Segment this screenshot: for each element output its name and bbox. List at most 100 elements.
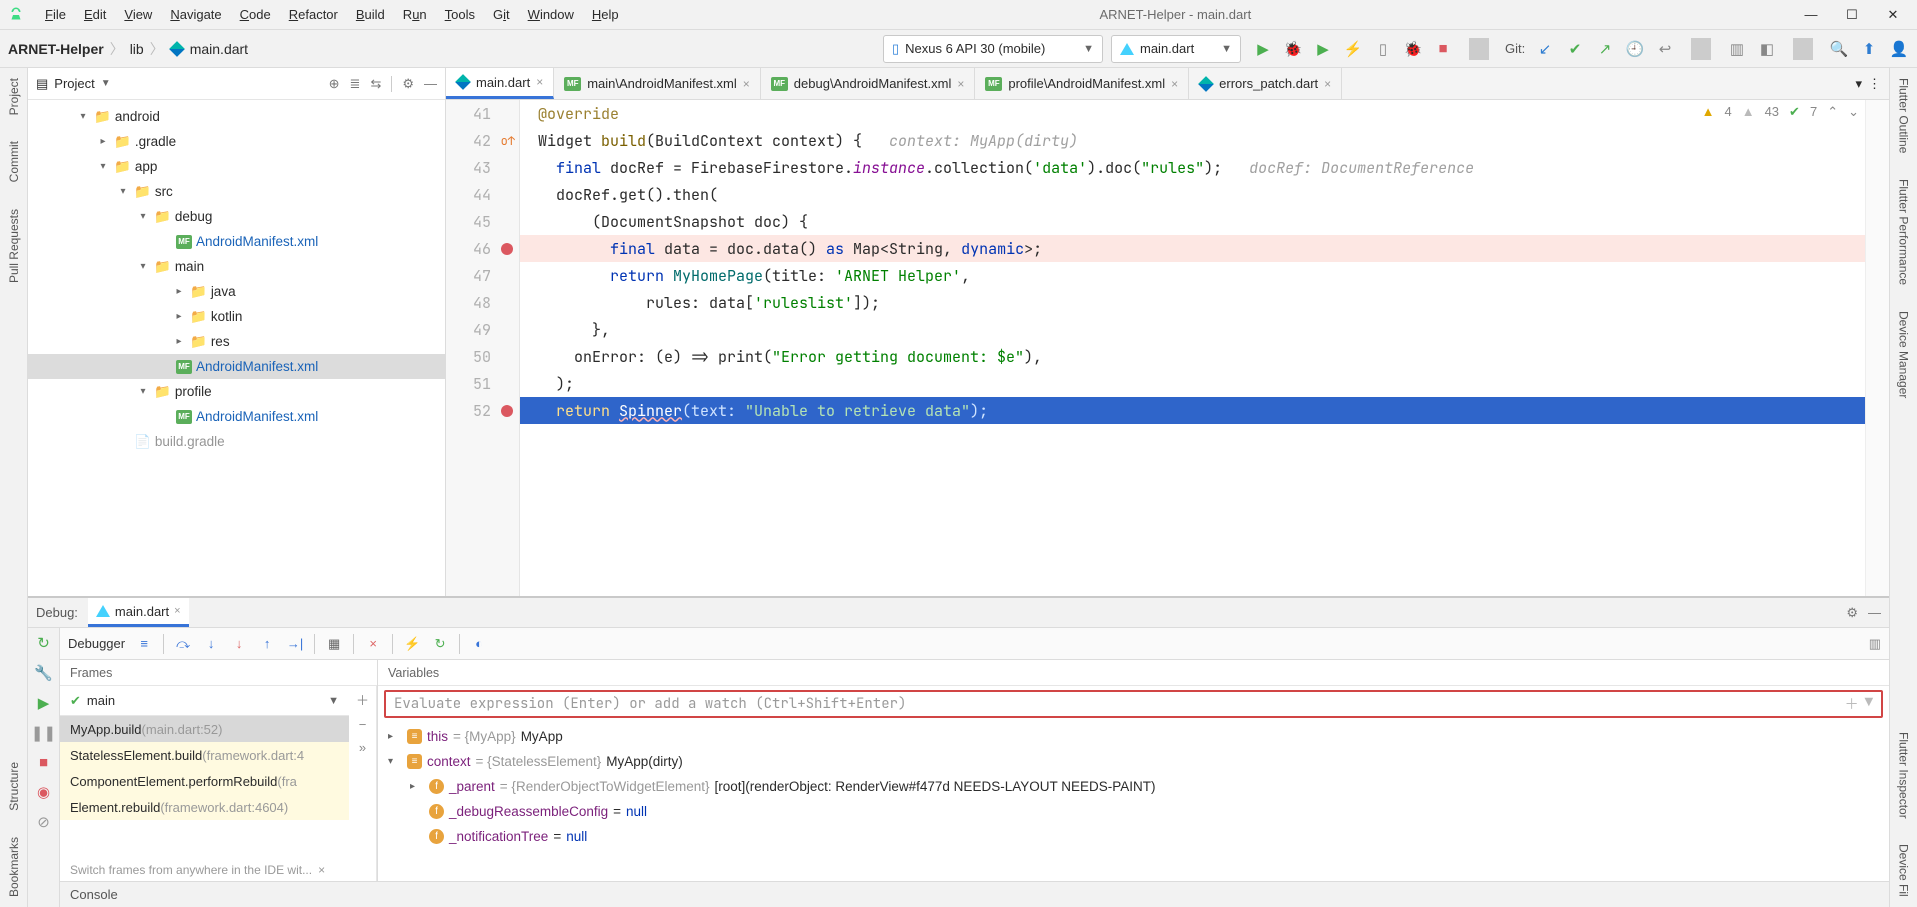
- collapse-all-icon[interactable]: ⇆: [370, 76, 381, 92]
- tab-overflow-icon[interactable]: ▾: [1855, 76, 1862, 92]
- select-opened-icon[interactable]: ⊕: [329, 76, 340, 92]
- menu-window[interactable]: Window: [519, 4, 583, 25]
- device-selector[interactable]: ▯ Nexus 6 API 30 (mobile) ▼: [883, 35, 1103, 63]
- tree-main-manifest[interactable]: AndroidManifest.xml: [196, 359, 318, 374]
- stop-icon[interactable]: ■: [39, 754, 48, 771]
- menu-view[interactable]: View: [115, 4, 161, 25]
- menu-help[interactable]: Help: [583, 4, 628, 25]
- side-tab-project[interactable]: Project: [7, 74, 21, 119]
- modify-icon[interactable]: 🔧: [34, 664, 53, 682]
- menu-code[interactable]: Code: [231, 4, 280, 25]
- editor-scrollbar[interactable]: [1865, 100, 1889, 596]
- mute-bp-icon[interactable]: ⊘: [37, 813, 50, 831]
- breadcrumb-project[interactable]: ARNET-Helper: [8, 41, 104, 57]
- git-commit-icon[interactable]: ✔: [1565, 40, 1585, 58]
- run-config-selector[interactable]: main.dart ▼: [1111, 35, 1241, 63]
- side-tab-commit[interactable]: Commit: [7, 137, 21, 186]
- force-step-into-icon[interactable]: ↓: [230, 636, 248, 651]
- pause-icon[interactable]: ❚❚: [31, 724, 56, 742]
- editor-gutter[interactable]: 41 42o↑ 43 44 45 46 47 48 49 50 51 52: [446, 100, 520, 596]
- close-icon[interactable]: ×: [174, 605, 180, 617]
- breakpoint-icon[interactable]: [501, 243, 513, 255]
- resume-icon[interactable]: ▶: [38, 694, 50, 712]
- stack-frame[interactable]: MyApp.build (main.dart:52): [60, 716, 349, 742]
- stop-icon[interactable]: ■: [1433, 40, 1453, 57]
- frames-list[interactable]: MyApp.build (main.dart:52) StatelessElem…: [60, 716, 349, 859]
- step-into-icon[interactable]: ↓: [202, 636, 220, 651]
- tree-kotlin[interactable]: kotlin: [211, 309, 243, 324]
- menu-file[interactable]: File: [36, 4, 75, 25]
- variable-tree[interactable]: ▸≡ this = {MyApp} MyApp ▾≡ context = {St…: [378, 722, 1889, 881]
- side-tab-flutter-inspector[interactable]: Flutter Inspector: [1897, 728, 1911, 823]
- thread-selector[interactable]: ✔ main ▼: [60, 686, 349, 716]
- side-tab-pull-requests[interactable]: Pull Requests: [7, 205, 21, 287]
- hide-icon[interactable]: —: [1868, 605, 1881, 621]
- more-icon[interactable]: »: [359, 740, 366, 755]
- tree-profile[interactable]: profile: [175, 384, 212, 399]
- hot-reload-icon[interactable]: 🐞: [1403, 40, 1423, 58]
- tree-android[interactable]: android: [115, 109, 160, 124]
- close-icon[interactable]: ×: [1171, 77, 1178, 91]
- side-tab-flutter-outline[interactable]: Flutter Outline: [1897, 74, 1911, 157]
- tab-main-manifest[interactable]: MFmain\AndroidManifest.xml×: [554, 68, 761, 99]
- side-tab-structure[interactable]: Structure: [7, 758, 21, 815]
- project-tree[interactable]: ▾📁android ▸📁.gradle ▾📁app ▾📁src ▾📁debug …: [28, 100, 445, 596]
- up-icon[interactable]: ⌃: [1827, 104, 1838, 120]
- tree-debug[interactable]: debug: [175, 209, 213, 224]
- close-icon[interactable]: ×: [743, 77, 750, 91]
- add-watch-icon[interactable]: ＋: [356, 690, 369, 709]
- down-icon[interactable]: ⌄: [1848, 104, 1859, 120]
- tab-profile-manifest[interactable]: MFprofile\AndroidManifest.xml×: [975, 68, 1189, 99]
- side-tab-device-manager[interactable]: Device Manager: [1897, 307, 1911, 402]
- evaluate-icon[interactable]: ▦: [325, 636, 343, 652]
- git-push-icon[interactable]: ↗: [1595, 40, 1615, 58]
- menu-edit[interactable]: Edit: [75, 4, 115, 25]
- breadcrumb-folder[interactable]: lib: [130, 41, 144, 57]
- menu-refactor[interactable]: Refactor: [280, 4, 347, 25]
- tree-gradle[interactable]: .gradle: [135, 134, 176, 149]
- close-icon[interactable]: ×: [957, 77, 964, 91]
- step-over-icon[interactable]: ⤼: [174, 636, 192, 652]
- gear-icon[interactable]: ⚙: [402, 76, 414, 92]
- git-history-icon[interactable]: 🕘: [1625, 40, 1645, 58]
- hot-restart-icon[interactable]: ↻: [431, 636, 449, 652]
- side-tab-device-file[interactable]: Device Fil: [1897, 840, 1911, 901]
- breakpoint-icon[interactable]: [501, 405, 513, 417]
- run-to-cursor-icon[interactable]: →|: [286, 636, 304, 651]
- tab-menu-icon[interactable]: ⋮: [1868, 76, 1881, 92]
- profile-icon[interactable]: ⚡: [1343, 40, 1363, 58]
- rerun-icon[interactable]: ↻: [37, 634, 50, 652]
- menu-navigate[interactable]: Navigate: [161, 4, 230, 25]
- search-icon[interactable]: 🔍: [1829, 40, 1849, 58]
- close-icon[interactable]: ×: [536, 75, 543, 89]
- close-icon[interactable]: ×: [318, 863, 325, 877]
- menu-run[interactable]: Run: [394, 4, 436, 25]
- menu-tools[interactable]: Tools: [436, 4, 484, 25]
- remove-watch-icon[interactable]: −: [359, 717, 367, 732]
- tab-debug-manifest[interactable]: MFdebug\AndroidManifest.xml×: [761, 68, 976, 99]
- build-icon[interactable]: ▥: [1727, 40, 1747, 58]
- maximize-button[interactable]: ☐: [1844, 7, 1860, 23]
- tree-debug-manifest[interactable]: AndroidManifest.xml: [196, 234, 318, 249]
- code-area[interactable]: @override Widget build(BuildContext cont…: [520, 100, 1865, 596]
- tree-main[interactable]: main: [175, 259, 204, 274]
- stack-frame[interactable]: ComponentElement.performRebuild (fra: [60, 768, 349, 794]
- run-icon[interactable]: ▶: [1253, 40, 1273, 58]
- threads-icon[interactable]: ≡: [135, 636, 153, 651]
- tree-app[interactable]: app: [135, 159, 158, 174]
- devtools-icon[interactable]: ◐: [470, 636, 488, 651]
- tree-src[interactable]: src: [155, 184, 173, 199]
- tree-build-gradle[interactable]: build.gradle: [155, 434, 225, 449]
- step-out-icon[interactable]: ↑: [258, 636, 276, 651]
- tab-errors-patch[interactable]: errors_patch.dart×: [1189, 68, 1342, 99]
- tab-main-dart[interactable]: main.dart×: [446, 68, 554, 99]
- inspection-summary[interactable]: ▲4 ▲43 ✔7 ⌃⌄: [1702, 104, 1859, 120]
- expand-all-icon[interactable]: ≣: [350, 76, 361, 92]
- settings-icon[interactable]: ⬆: [1859, 40, 1879, 58]
- side-tab-flutter-performance[interactable]: Flutter Performance: [1897, 175, 1911, 289]
- console-header[interactable]: Console: [60, 881, 1889, 907]
- chevron-down-icon[interactable]: ▼: [1865, 694, 1873, 714]
- git-update-icon[interactable]: ↙: [1535, 40, 1555, 58]
- debug-icon[interactable]: 🐞: [1283, 40, 1303, 58]
- stack-frame[interactable]: Element.rebuild (framework.dart:4604): [60, 794, 349, 820]
